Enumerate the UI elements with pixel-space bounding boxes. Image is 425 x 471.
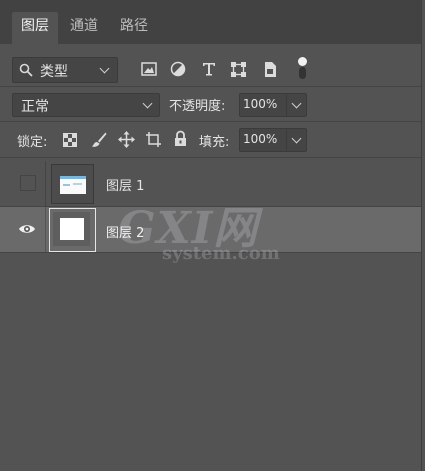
layer-name: 图层 2	[106, 226, 145, 241]
filter-kind-dropdown[interactable]: 类型	[12, 57, 118, 83]
search-icon	[19, 63, 33, 77]
pixel-layer-filter-icon[interactable]	[141, 62, 157, 76]
smart-object-filter-icon[interactable]	[262, 61, 278, 78]
layer-name: 图层 1	[106, 179, 145, 194]
blend-row: 正常 不透明度: 100%	[0, 90, 421, 120]
fill-label: 填充:	[199, 135, 230, 150]
lock-position-move-icon[interactable]	[118, 131, 135, 148]
lock-row: 锁定: 填充: 100%	[0, 125, 421, 155]
chevron-down-icon	[291, 98, 302, 109]
filter-toggle-switch[interactable]	[297, 57, 308, 79]
fill-value: 100%	[243, 132, 278, 146]
chevron-down-icon	[291, 133, 302, 144]
divider	[0, 252, 421, 253]
lock-label: 锁定:	[17, 135, 48, 150]
divider	[45, 207, 46, 252]
filter-row: 类型	[0, 54, 421, 86]
lock-artboard-crop-icon[interactable]	[145, 131, 162, 148]
opacity-value: 100%	[243, 97, 278, 111]
divider	[45, 161, 46, 206]
blend-mode-dropdown[interactable]: 正常	[12, 93, 160, 117]
chevron-down-icon	[142, 98, 153, 109]
divider	[0, 121, 421, 122]
tab-paths-label: 路径	[120, 18, 148, 34]
tab-channels-label: 通道	[70, 18, 98, 34]
lock-all-icon[interactable]	[174, 130, 187, 147]
visibility-toggle[interactable]	[20, 175, 36, 191]
lock-transparent-pixels-icon[interactable]	[63, 133, 77, 147]
fill-field[interactable]: 100%	[239, 128, 307, 152]
divider	[0, 86, 421, 87]
layer-row[interactable]: 图层 1	[0, 161, 421, 206]
type-layer-filter-icon[interactable]	[201, 61, 217, 77]
tab-paths[interactable]: 路径	[112, 12, 156, 44]
shape-layer-filter-icon[interactable]	[230, 61, 247, 78]
layer-thumbnail	[51, 164, 94, 204]
tab-layers-label: 图层	[21, 18, 49, 34]
panel-tab-bar: 图层 通道 路径	[0, 0, 421, 44]
filter-kind-label: 类型	[40, 64, 68, 80]
divider	[0, 157, 421, 158]
adjustment-layer-filter-icon[interactable]	[170, 61, 186, 77]
chevron-down-icon	[99, 63, 110, 74]
opacity-field[interactable]: 100%	[239, 93, 307, 117]
blend-mode-value: 正常	[21, 99, 49, 115]
tab-channels[interactable]: 通道	[62, 12, 106, 44]
layer-thumbnail-selected	[49, 208, 96, 252]
tab-layers[interactable]: 图层	[12, 12, 58, 44]
opacity-label: 不透明度:	[169, 99, 226, 114]
layers-panel: 图层 通道 路径 类型 正常 不透明度: 100% 锁定: 填充: 100% 图…	[0, 0, 422, 471]
lock-image-pixels-brush-icon[interactable]	[91, 131, 107, 148]
layer-row-selected[interactable]: 图层 2	[0, 207, 421, 252]
eye-icon[interactable]	[18, 223, 36, 235]
